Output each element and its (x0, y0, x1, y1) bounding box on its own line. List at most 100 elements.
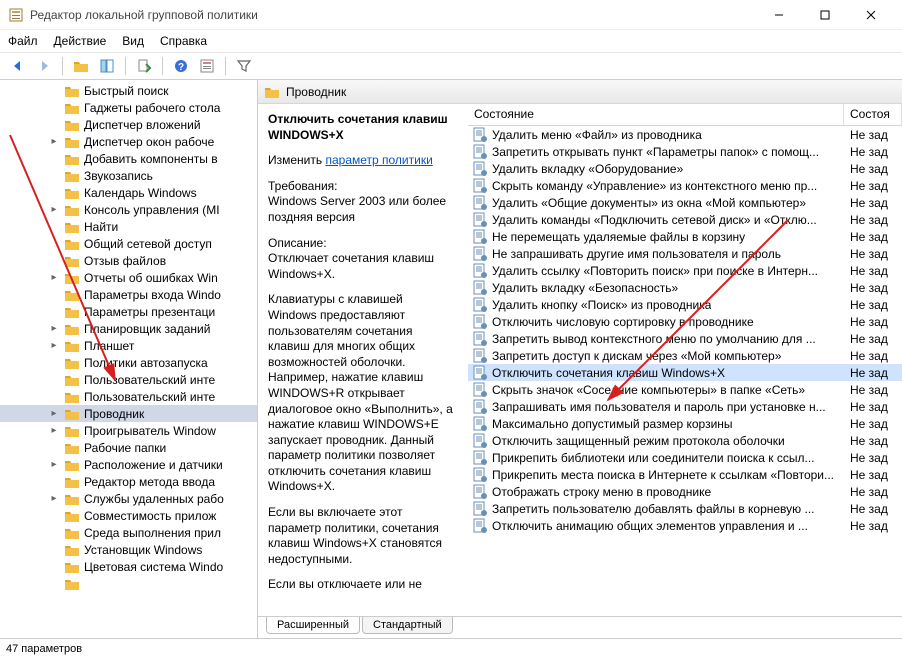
tree-item[interactable]: Добавить компоненты в (0, 150, 257, 167)
up-button[interactable] (69, 55, 93, 77)
titlebar: Редактор локальной групповой политики (0, 0, 902, 30)
policy-row[interactable]: Отключить сочетания клавиш Windows+XНе з… (468, 364, 902, 381)
tree-item[interactable]: Установщик Windows (0, 541, 257, 558)
policy-row[interactable]: Максимально допустимый размер корзиныНе … (468, 415, 902, 432)
filter-button[interactable] (232, 55, 256, 77)
policy-row[interactable]: Прикрепить библиотеки или соединители по… (468, 449, 902, 466)
expander-icon[interactable]: ▸ (48, 493, 60, 504)
policy-row[interactable]: Запретить открывать пункт «Параметры пап… (468, 143, 902, 160)
tree-item[interactable]: Совместимость прилож (0, 507, 257, 524)
show-hide-tree-button[interactable] (95, 55, 119, 77)
tree-item[interactable]: ▸Консоль управления (MI (0, 201, 257, 218)
expander-icon[interactable]: ▸ (48, 340, 60, 351)
tree-item[interactable]: ▸ Отчеты об ошибках Win (0, 269, 257, 286)
tree-item[interactable] (0, 575, 257, 592)
policy-row[interactable]: Не перемещать удаляемые файлы в корзинуН… (468, 228, 902, 245)
forward-button[interactable] (32, 55, 56, 77)
menu-view[interactable]: Вид (122, 34, 144, 48)
tree-pane[interactable]: Быстрый поискГаджеты рабочего стола Диспе… (0, 80, 258, 638)
expander-icon[interactable]: ▸ (48, 272, 60, 283)
tree-item[interactable]: ▸Планшет (0, 337, 257, 354)
window-title: Редактор локальной групповой политики (30, 8, 756, 22)
tree-item[interactable]: Быстрый поиск (0, 82, 257, 99)
policy-row[interactable]: Удалить кнопку «Поиск» из проводникаНе з… (468, 296, 902, 313)
policy-icon (472, 331, 488, 347)
policy-list[interactable]: Удалить меню «Файл» из проводникаНе задЗ… (468, 126, 902, 616)
close-button[interactable] (848, 0, 894, 30)
tree-item[interactable]: Параметры входа Windo (0, 286, 257, 303)
policy-row[interactable]: Удалить команды «Подключить сетевой диск… (468, 211, 902, 228)
policy-name: Прикрепить места поиска в Интернете к сс… (492, 468, 834, 482)
menu-file[interactable]: Файл (8, 34, 38, 48)
policy-row[interactable]: Удалить ссылку «Повторить поиск» при пои… (468, 262, 902, 279)
tree-item[interactable]: Редактор метода ввода (0, 473, 257, 490)
tree-item[interactable]: ▸ Службы удаленных рабо (0, 490, 257, 507)
policy-row[interactable]: Запрашивать имя пользователя и пароль пр… (468, 398, 902, 415)
expander-icon[interactable]: ▸ (48, 425, 60, 436)
tree-item[interactable]: Найти (0, 218, 257, 235)
expander-icon[interactable]: ▸ (48, 459, 60, 470)
tree-item[interactable]: ▸Диспетчер окон рабоче (0, 133, 257, 150)
policy-name: Удалить «Общие документы» из окна «Мой к… (492, 196, 806, 210)
menu-help[interactable]: Справка (160, 34, 207, 48)
tree-item[interactable]: Пользовательский инте (0, 388, 257, 405)
tree-item[interactable]: Общий сетевой доступ (0, 235, 257, 252)
policy-icon (472, 467, 488, 483)
policy-row[interactable]: Отключить анимацию общих элементов управ… (468, 517, 902, 534)
policy-row[interactable]: Отключить защищенный режим протокола обо… (468, 432, 902, 449)
policy-icon (472, 161, 488, 177)
policy-row[interactable]: Удалить меню «Файл» из проводникаНе зад (468, 126, 902, 143)
tree-item[interactable]: Календарь Windows (0, 184, 257, 201)
tree-item[interactable]: Диспетчер вложений (0, 116, 257, 133)
tree-item[interactable]: Пользовательский инте (0, 371, 257, 388)
tree-item[interactable]: Гаджеты рабочего стола (0, 99, 257, 116)
help-button[interactable]: ? (169, 55, 193, 77)
back-button[interactable] (6, 55, 30, 77)
tree-item[interactable]: Параметры презентаци (0, 303, 257, 320)
policy-row[interactable]: Запретить вывод контекстного меню по умо… (468, 330, 902, 347)
policy-row[interactable]: Скрыть значок «Соседние компьютеры» в па… (468, 381, 902, 398)
policy-row[interactable]: Прикрепить места поиска в Интернете к сс… (468, 466, 902, 483)
policy-row[interactable]: Удалить вкладку «Безопасность»Не зад (468, 279, 902, 296)
tree-item[interactable]: ▸Расположение и датчики (0, 456, 257, 473)
policy-row[interactable]: Отображать строку меню в проводникеНе за… (468, 483, 902, 500)
tree-item[interactable]: Цветовая система Windo (0, 558, 257, 575)
tree-item[interactable]: Рабочие папки (0, 439, 257, 456)
policy-icon (472, 297, 488, 313)
expander-icon[interactable]: ▸ (48, 136, 60, 147)
status-text: 47 параметров (6, 643, 82, 655)
tree-item[interactable]: ▸Проигрыватель Window (0, 422, 257, 439)
policy-row[interactable]: Не запрашивать другие имя пользователя и… (468, 245, 902, 262)
policy-row[interactable]: Запретить пользователю добавлять файлы в… (468, 500, 902, 517)
policy-icon (472, 246, 488, 262)
tree-item[interactable]: ▸Планировщик заданий (0, 320, 257, 337)
menu-action[interactable]: Действие (54, 34, 107, 48)
expander-icon[interactable]: ▸ (48, 408, 60, 419)
tree-item-label: Отчеты об ошибках Win (84, 271, 218, 285)
tab-extended[interactable]: Расширенный (266, 617, 360, 634)
policy-row[interactable]: Удалить вкладку «Оборудование»Не зад (468, 160, 902, 177)
export-button[interactable] (132, 55, 156, 77)
app-icon (8, 7, 24, 23)
tree-item[interactable]: Звукозапись (0, 167, 257, 184)
expander-icon[interactable]: ▸ (48, 204, 60, 215)
policy-row[interactable]: Запретить доступ к дискам через «Мой ком… (468, 347, 902, 364)
minimize-button[interactable] (756, 0, 802, 30)
policy-row[interactable]: Скрыть команду «Управление» из контекстн… (468, 177, 902, 194)
column-header-state[interactable]: Состоя (844, 104, 902, 125)
policy-row[interactable]: Удалить «Общие документы» из окна «Мой к… (468, 194, 902, 211)
tab-standard[interactable]: Стандартный (362, 617, 453, 634)
tree-item[interactable]: Отзыв файлов (0, 252, 257, 269)
tree-item-label: Диспетчер вложений (84, 118, 201, 132)
policy-row[interactable]: Отключить числовую сортировку в проводни… (468, 313, 902, 330)
column-header-name[interactable]: Состояние (468, 104, 844, 125)
properties-button[interactable] (195, 55, 219, 77)
maximize-button[interactable] (802, 0, 848, 30)
tree-item[interactable]: Среда выполнения прил (0, 524, 257, 541)
expander-icon[interactable]: ▸ (48, 323, 60, 334)
tree-item[interactable]: Политики автозапуска (0, 354, 257, 371)
edit-policy-link[interactable]: параметр политики (325, 153, 432, 167)
tree-item-label: Службы удаленных рабо (84, 492, 224, 506)
tree-item[interactable]: ▸Проводник (0, 405, 257, 422)
folder-icon (64, 543, 80, 557)
